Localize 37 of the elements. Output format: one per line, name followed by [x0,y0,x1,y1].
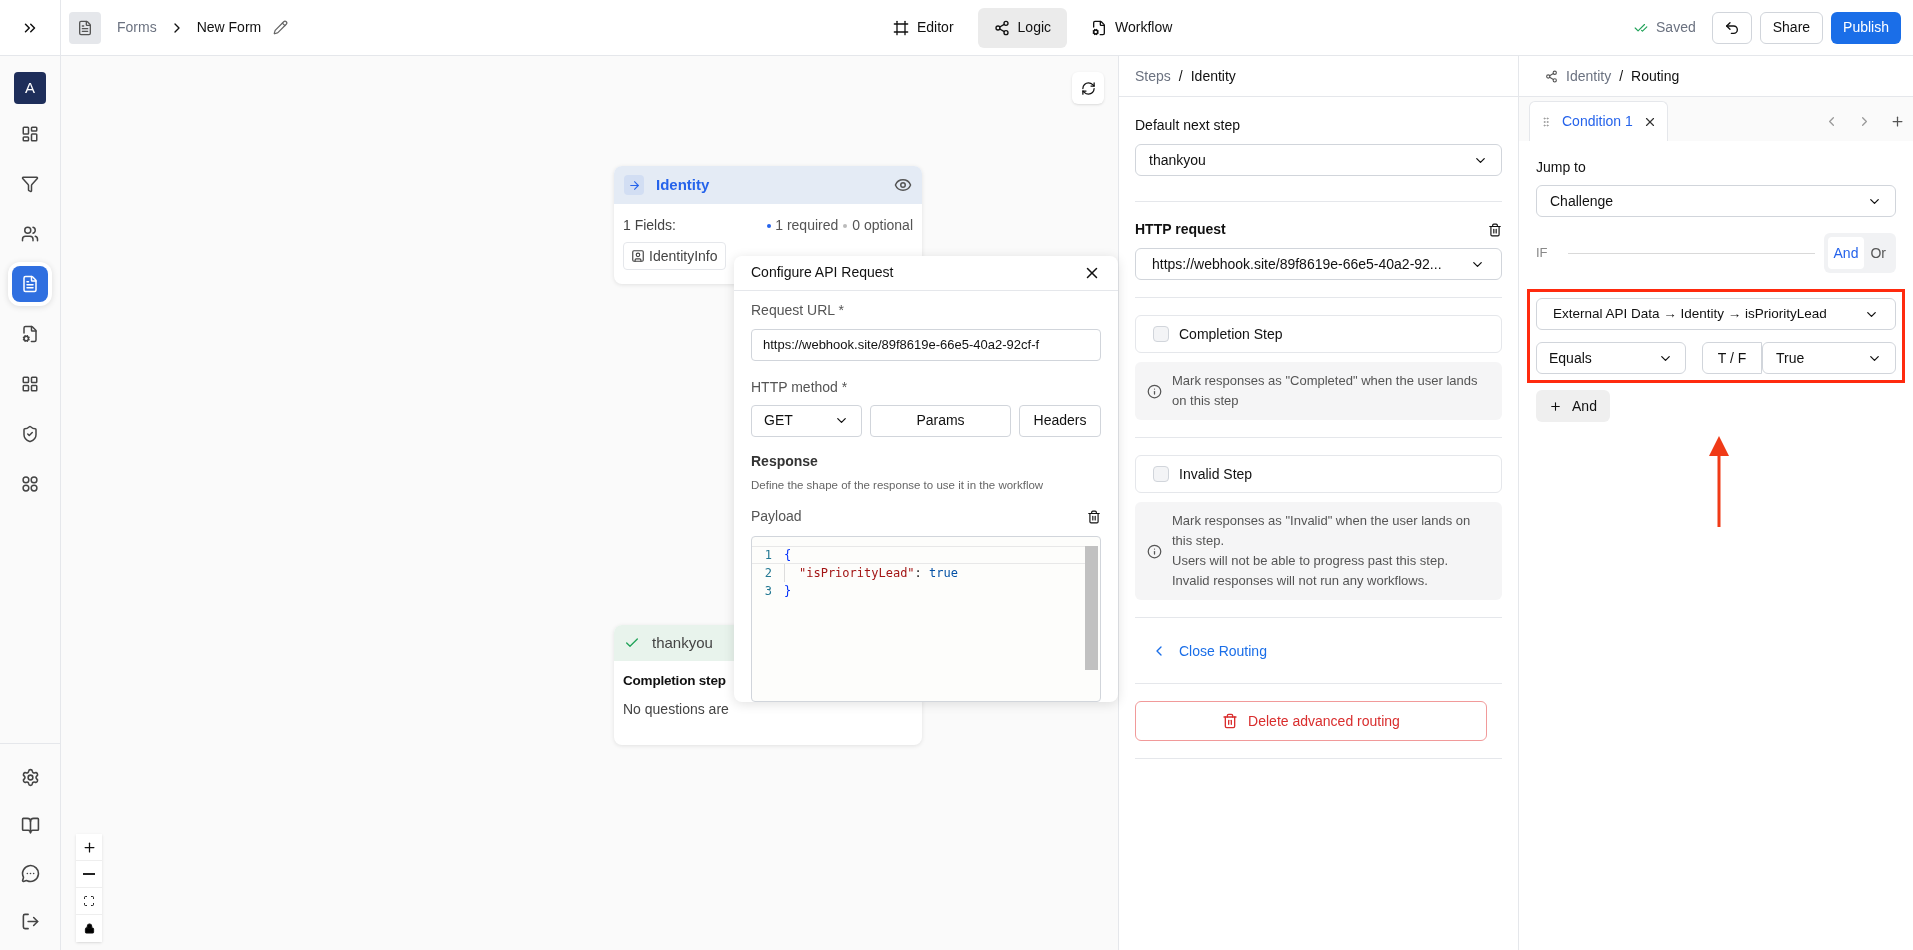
code-line: } [784,583,792,600]
if-label: IF [1536,244,1548,263]
breadcrumb-current: Identity [1190,66,1236,86]
node-description: No questions are [623,700,729,720]
breadcrumb-separator: / [1619,66,1624,86]
field-label: Payload [751,507,802,526]
form-name: New Form [196,18,262,37]
optional-count: 0 optional [852,216,913,235]
field-label: Request URL * [751,300,845,320]
section-hint: Define the shape of the response to use it in the workflow [751,477,1045,493]
node-title: Identity [656,174,710,195]
fields-count: 1 Fields: [623,216,676,235]
code-line: "isPriorityLead": true [784,564,958,582]
node-title: thankyou [652,632,713,653]
option-label: Invalid Step [1179,464,1253,484]
field-label: HTTP request [1135,220,1226,239]
line-number: 3 [763,583,772,600]
option-label: Completion Step [1179,324,1283,344]
field-label: Jump to [1536,158,1587,177]
info-text: Mark responses as "Completed" when the user lands on this step [1172,372,1479,410]
field-name: IdentityInfo [649,246,718,266]
line-number: 1 [763,547,772,564]
info-text: Invalid responses will not run any workflows. [1172,572,1429,590]
type-label: T / F [1702,342,1762,374]
save-status: Saved [1656,18,1696,37]
field-label: HTTP method * [751,377,849,397]
section-title: Response [751,451,819,471]
info-text: Mark responses as "Invalid" when the user lands on this step. [1172,512,1472,550]
line-number: 2 [763,565,772,582]
info-text: Users will not be able to progress past this step. [1172,552,1450,570]
breadcrumb-separator: / [1178,66,1183,86]
node-heading: Completion step [623,672,726,690]
breadcrumb-current: Routing [1631,66,1680,86]
code-line: { [784,547,792,564]
field-label: Default next step [1135,116,1242,135]
required-count: 1 required [775,216,839,235]
dialog-title: Configure API Request [751,263,894,283]
